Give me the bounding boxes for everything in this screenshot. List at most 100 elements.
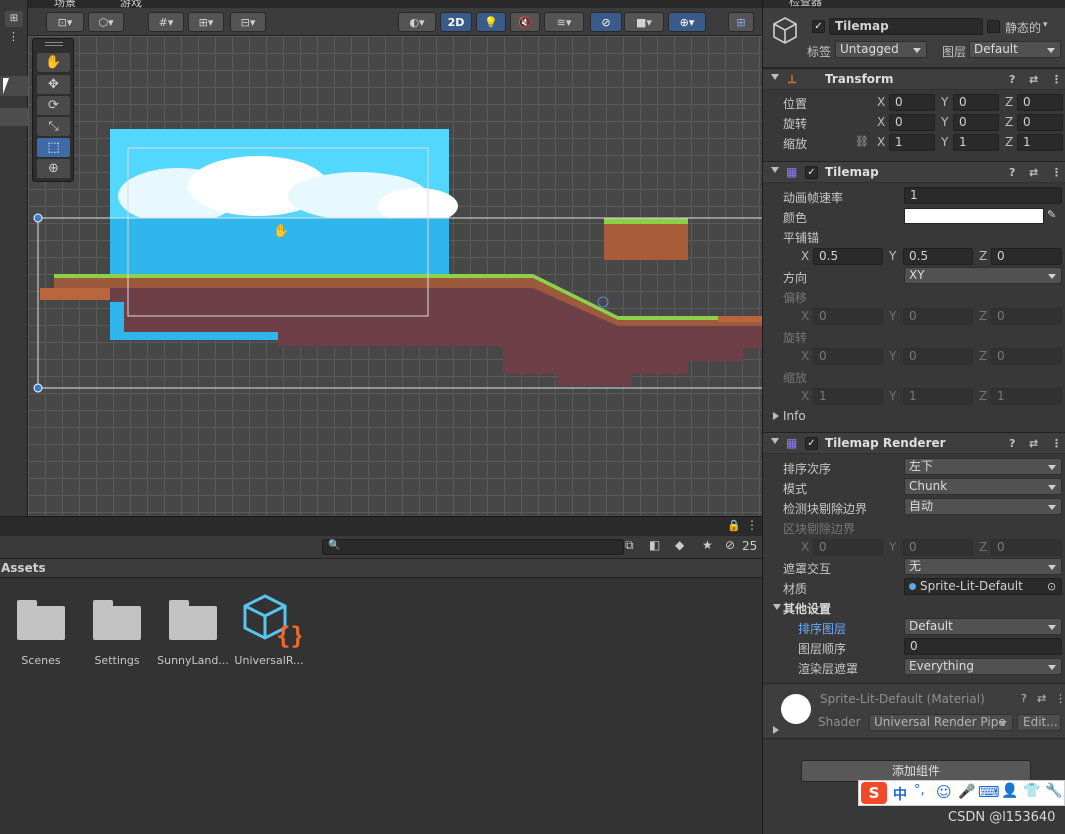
ime-tools-icon[interactable]: 🔧 [1045,783,1062,799]
filter-label-icon[interactable]: ◆ [675,538,684,552]
help-icon[interactable]: ? [1009,166,1015,179]
constrain-link-icon[interactable]: ⛓ [855,135,869,148]
shader-edit-button[interactable]: Edit... [1017,714,1061,731]
tilemap-enabled-checkbox[interactable]: ✓ [805,166,818,179]
fold-arrow-icon[interactable] [771,167,779,173]
fold-arrow-icon[interactable] [773,604,781,610]
hand-tool-icon[interactable]: ✋ [37,53,70,72]
mode-2d-toggle[interactable]: 2D [440,12,472,32]
view-tool-button[interactable]: ⬡▾ [88,12,124,32]
rotate-tool-icon[interactable]: ⟳ [37,96,70,115]
ruler-button[interactable]: ⊟▾ [230,12,266,32]
scale-x-field[interactable]: 1 [889,134,935,151]
kebab-menu-icon[interactable]: ⋮ [1051,437,1062,450]
position-z-field[interactable]: 0 [1017,94,1063,111]
order-in-layer-field[interactable]: 0 [904,638,1062,655]
preset-icon[interactable]: ⇄ [1037,692,1046,705]
increment-snap-button[interactable]: ⊞▾ [188,12,224,32]
effects-button[interactable]: ≋▾ [544,12,584,32]
eyedropper-icon[interactable]: ✎ [1047,208,1056,221]
help-icon[interactable]: ? [1021,692,1027,705]
detect-bounds-dropdown[interactable]: 自动 [904,498,1062,515]
ime-emoji-icon[interactable]: ☺ [936,783,952,801]
anchor-y-field[interactable]: 0.5 [903,248,973,265]
fold-arrow-icon[interactable] [771,74,779,80]
transform-tool-icon[interactable]: ⊕ [37,159,70,178]
preset-icon[interactable]: ⇄ [1029,437,1038,450]
add-component-button[interactable]: 添加组件 [801,760,1031,782]
rotation-y-field[interactable]: 0 [953,114,999,131]
scale-z-field[interactable]: 1 [1017,134,1063,151]
overlay-drag-handle[interactable] [45,42,63,46]
ime-punct-icon[interactable]: °, [914,783,925,798]
grid-snap-button[interactable]: #▾ [148,12,184,32]
static-checkbox[interactable] [987,20,1000,33]
static-dropdown-icon[interactable]: ▾ [1043,20,1048,30]
scale-tool-icon[interactable]: ⤡ [37,117,70,136]
scene-visibility-icon[interactable]: ⊘ [590,12,622,32]
gizmo-tool-button[interactable]: ⊡▾ [46,12,84,32]
project-search-input[interactable]: 🔍 [322,539,624,555]
overlay-grid-icon[interactable]: ⊞ [728,12,754,32]
shader-dropdown[interactable]: Universal Render Pipe [869,714,1013,731]
anchor-x-field[interactable]: 0.5 [813,248,883,265]
tilemap-header[interactable]: ▦ ✓ Tilemap ? ⇄ ⋮ [763,161,1065,183]
help-icon[interactable]: ? [1009,73,1015,86]
camera-button[interactable]: ■▾ [624,12,664,32]
sogou-logo-icon[interactable]: S [861,782,887,804]
audio-toggle-icon[interactable]: 🔇 [510,12,540,32]
hierarchy-options-icon[interactable]: ⊞ [5,11,23,27]
render-mask-dropdown[interactable]: Everything [904,658,1062,675]
material-field[interactable]: Sprite-Lit-Default [904,578,1062,595]
gizmos-button[interactable]: ⊕▾ [668,12,706,32]
ime-chinese-icon[interactable]: 中 [893,784,907,804]
fold-arrow-icon[interactable] [773,726,779,734]
position-x-field[interactable]: 0 [889,94,935,111]
active-checkbox[interactable]: ✓ [812,20,825,33]
kebab-menu-icon[interactable]: ⋮ [1055,692,1065,705]
transform-header[interactable]: ⟂ Transform ? ⇄ ⋮ [763,68,1065,90]
rect-tool-icon[interactable]: ⬚ [37,138,70,157]
frame-rate-field[interactable]: 1 [904,187,1062,204]
scale-y-field[interactable]: 1 [953,134,999,151]
ime-user-icon[interactable]: 👤 [1001,783,1018,799]
sort-order-dropdown[interactable]: 左下 [904,458,1062,475]
tilemap-renderer-header[interactable]: ▦ ✓ Tilemap Renderer ? ⇄ ⋮ [763,432,1065,454]
assetstore-icon[interactable]: ⧉ [625,538,634,553]
scene-viewport[interactable]: ✋ [28,36,762,516]
breadcrumb-assets[interactable]: Assets [1,561,46,575]
lock-icon[interactable]: 🔒 [727,519,741,532]
kebab-menu-icon[interactable]: ⋮ [1051,166,1062,179]
rotation-x-field[interactable]: 0 [889,114,935,131]
object-picker-icon[interactable]: ⊙ [1047,580,1056,593]
info-foldout[interactable]: Info [763,406,1065,426]
inspector-tab[interactable]: 检查器 [763,0,1065,8]
color-swatch[interactable] [904,208,1044,224]
rotation-z-field[interactable]: 0 [1017,114,1063,131]
shading-mode-button[interactable]: ◐▾ [398,12,436,32]
move-tool-icon[interactable]: ✥ [37,75,70,94]
ime-skin-icon[interactable]: 👕 [1023,783,1040,799]
anchor-z-field[interactable]: 0 [991,248,1062,265]
position-y-field[interactable]: 0 [953,94,999,111]
favorite-star-icon[interactable]: ★ [702,538,713,552]
renderer-enabled-checkbox[interactable]: ✓ [805,437,818,450]
help-icon[interactable]: ? [1009,437,1015,450]
filter-type-icon[interactable]: ◧ [649,538,660,552]
preset-icon[interactable]: ⇄ [1029,73,1038,86]
preset-icon[interactable]: ⇄ [1029,166,1038,179]
other-settings-foldout[interactable]: 其他设置 [763,597,1065,617]
fold-arrow-icon[interactable] [773,412,779,420]
fold-arrow-icon[interactable] [771,438,779,444]
mask-dropdown[interactable]: 无 [904,558,1062,575]
ime-voice-icon[interactable]: 🎤 [958,784,975,800]
kebab-menu-icon[interactable]: ⋮ [8,30,19,43]
ime-keyboard-icon[interactable]: ⌨ [978,783,1000,801]
kebab-menu-icon[interactable]: ⋮ [1051,73,1062,86]
hidden-packages-icon[interactable]: ⊘ [725,538,735,552]
object-name-field[interactable]: Tilemap [829,18,983,35]
mode-dropdown[interactable]: Chunk [904,478,1062,495]
orientation-dropdown[interactable]: XY [904,267,1062,284]
lighting-toggle-icon[interactable]: 💡 [476,12,506,32]
tag-dropdown[interactable]: Untagged [835,41,927,58]
